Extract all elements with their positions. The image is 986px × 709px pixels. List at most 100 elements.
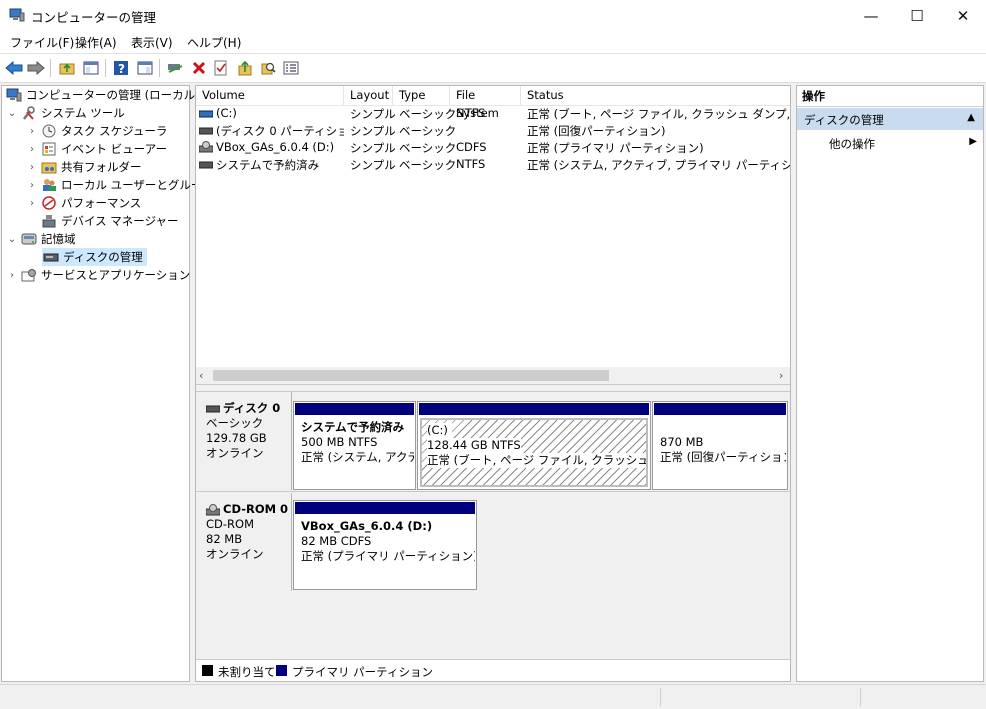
table-row[interactable]: (C:) シンプル ベーシック NTFS 正常 (ブート, ページ ファイル, … <box>196 105 790 122</box>
tree-item-label: ローカル ユーザーとグループ <box>61 178 214 192</box>
disk-size: 82 MB <box>206 532 243 546</box>
chevron-right-icon[interactable]: › <box>26 144 38 155</box>
legend-swatch-primary <box>276 665 287 676</box>
cell-type: ベーシック <box>399 124 457 138</box>
actions-pane: 操作 ディスクの管理 ▲ 他の操作 ▶ <box>796 85 984 682</box>
tree-item-storage[interactable]: ⌄ 記憶域 <box>6 230 76 248</box>
disk-kind: ベーシック <box>206 416 264 430</box>
maximize-button[interactable]: ☐ <box>894 0 940 31</box>
collapse-up-icon[interactable]: ▲ <box>967 112 975 123</box>
partition-title: VBox_GAs_6.0.4 (D:) <box>301 519 433 533</box>
column-header-status[interactable]: Status <box>521 86 790 105</box>
cell-file-system: NTFS <box>456 157 486 171</box>
menu-help[interactable]: ヘルプ(H) <box>187 34 241 51</box>
tree-root[interactable]: コンピューターの管理 (ローカル) <box>4 86 200 104</box>
chevron-right-icon[interactable]: › <box>6 270 18 281</box>
partition-size: 870 MB <box>660 435 704 449</box>
svg-text:?: ? <box>118 62 125 76</box>
disk-management-pane: Volume Layout Type File System Status (C… <box>195 85 791 682</box>
column-header-layout[interactable]: Layout <box>344 86 393 105</box>
chevron-down-icon[interactable]: ⌄ <box>6 234 18 245</box>
column-header-file-system[interactable]: File System <box>450 86 521 120</box>
partition-size: 500 MB NTFS <box>301 435 378 449</box>
tree-item-local-users[interactable]: › ローカル ユーザーとグループ <box>26 176 213 194</box>
tree-item-label: タスク スケジューラ <box>61 124 168 138</box>
cell-file-system: NTFS <box>456 106 486 120</box>
check-icon[interactable] <box>211 58 231 78</box>
cell-status: 正常 (プライマリ パーティション) <box>527 141 704 155</box>
toolbar: ? <box>0 53 986 83</box>
properties-icon[interactable] <box>135 58 155 78</box>
scroll-right-icon[interactable]: › <box>779 369 783 382</box>
cell-volume: VBox_GAs_6.0.4 (D:) <box>216 140 335 154</box>
menu-bar: ファイル(F) 操作(A) 表示(V) ヘルプ(H) <box>0 31 986 53</box>
tree-item-device-manager[interactable]: デバイス マネージャー <box>26 212 179 230</box>
storage-icon <box>21 232 37 246</box>
pane-splitter[interactable] <box>196 384 790 392</box>
disk-graphical-view: ディスク 0 ベーシック 129.78 GB オンライン システムで予約済み 5… <box>196 392 790 659</box>
tree-item-event-viewer[interactable]: › イベント ビューアー <box>26 140 167 158</box>
actions-section-disk-management[interactable]: ディスクの管理 ▲ <box>797 108 983 130</box>
minimize-button[interactable]: — <box>848 0 894 31</box>
chevron-right-icon[interactable]: › <box>26 162 38 173</box>
tree-item-performance[interactable]: › パフォーマンス <box>26 194 141 212</box>
delete-icon[interactable] <box>189 58 209 78</box>
cell-layout: シンプル <box>350 107 396 121</box>
partition-size: 82 MB CDFS <box>301 534 372 548</box>
cell-file-system: CDFS <box>456 140 487 154</box>
cdrom-0-label[interactable]: CD-ROM 0 CD-ROM 82 MB オンライン <box>196 493 292 591</box>
device-manager-icon <box>41 214 57 228</box>
partition-recovery[interactable]: 870 MB 正常 (回復パーティション) <box>652 401 788 490</box>
partition-c[interactable]: (C:) 128.44 GB NTFS 正常 (ブート, ページ ファイル, ク… <box>417 401 651 490</box>
forward-arrow-icon[interactable] <box>26 58 46 78</box>
import-icon[interactable] <box>235 58 255 78</box>
tree-item-task-scheduler[interactable]: › タスク スケジューラ <box>26 122 167 140</box>
tree-item-label: 共有フォルダー <box>61 160 142 174</box>
cell-status: 正常 (回復パーティション) <box>527 124 666 138</box>
column-header-type[interactable]: Type <box>393 86 450 105</box>
up-folder-icon[interactable] <box>57 58 77 78</box>
partition-system-reserved[interactable]: システムで予約済み 500 MB NTFS 正常 (システム, アクティ <box>293 401 416 490</box>
column-header-volume[interactable]: Volume <box>196 86 344 105</box>
performance-icon <box>41 196 57 210</box>
close-button[interactable]: ✕ <box>940 0 986 31</box>
chevron-right-icon[interactable]: › <box>26 198 38 209</box>
tree-item-services[interactable]: › サービスとアプリケーション <box>6 266 190 284</box>
list-view-icon[interactable] <box>281 58 301 78</box>
back-arrow-icon[interactable] <box>4 58 24 78</box>
volume-list-header: Volume Layout Type File System Status <box>196 86 790 120</box>
tree-item-shared-folders[interactable]: › 共有フォルダー <box>26 158 142 176</box>
chevron-right-icon[interactable]: › <box>26 180 38 191</box>
console-tree: コンピューターの管理 (ローカル) ⌄ システム ツール › タスク スケジュー… <box>1 85 213 682</box>
table-row[interactable]: システムで予約済み シンプル ベーシック NTFS 正常 (システム, アクティ… <box>196 156 790 173</box>
tools-icon <box>21 106 37 120</box>
partition-size: 128.44 GB NTFS <box>427 438 521 453</box>
help-icon[interactable]: ? <box>111 58 131 78</box>
horizontal-scrollbar[interactable]: ‹ › <box>196 367 790 384</box>
tree-item-disk-management[interactable]: ディスクの管理 <box>42 248 147 266</box>
disk-size: 129.78 GB <box>206 431 267 445</box>
title-bar: コンピューターの管理 — ☐ ✕ <box>0 0 986 31</box>
table-row[interactable]: VBox_GAs_6.0.4 (D:) シンプル ベーシック CDFS 正常 (… <box>196 139 790 156</box>
volume-icon <box>198 125 214 139</box>
disk-0-label[interactable]: ディスク 0 ベーシック 129.78 GB オンライン <box>196 392 292 490</box>
menu-action[interactable]: 操作(A) <box>75 34 117 51</box>
partition-d[interactable]: VBox_GAs_6.0.4 (D:) 82 MB CDFS 正常 (プライマリ… <box>293 500 477 590</box>
cell-type: ベーシック <box>399 158 457 172</box>
disk-state: オンライン <box>206 547 264 561</box>
search-icon[interactable] <box>258 58 278 78</box>
volume-icon <box>198 108 214 122</box>
cell-type: ベーシック <box>399 107 457 121</box>
menu-view[interactable]: 表示(V) <box>131 34 173 51</box>
chevron-right-icon[interactable]: › <box>26 126 38 137</box>
tree-item-label: パフォーマンス <box>61 196 142 210</box>
connect-icon[interactable] <box>165 58 185 78</box>
show-hide-tree-icon[interactable] <box>81 58 101 78</box>
tree-item-system-tools[interactable]: ⌄ システム ツール <box>6 104 125 122</box>
menu-file[interactable]: ファイル(F) <box>10 34 74 51</box>
table-row[interactable]: (ディスク 0 パーティション 3) シンプル ベーシック 正常 (回復パーティ… <box>196 122 790 139</box>
scrollbar-thumb[interactable] <box>213 370 609 381</box>
actions-more[interactable]: 他の操作 ▶ <box>797 133 983 153</box>
scroll-left-icon[interactable]: ‹ <box>199 369 203 382</box>
chevron-down-icon[interactable]: ⌄ <box>6 108 18 119</box>
